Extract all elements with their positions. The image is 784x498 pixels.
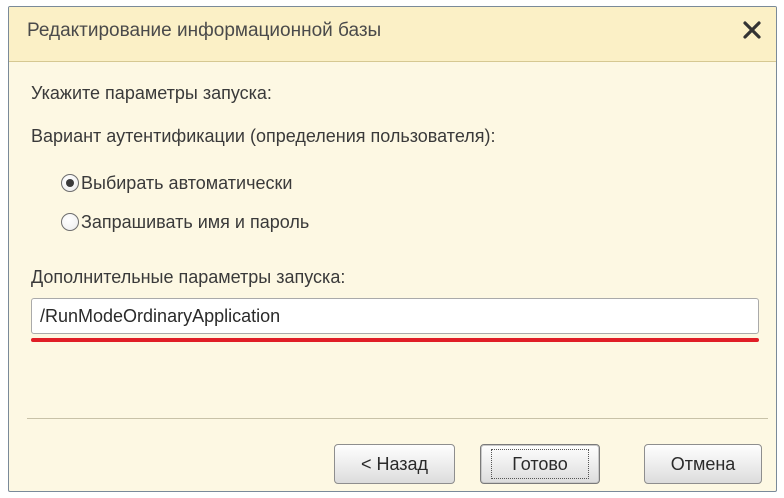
auth-variant-label: Вариант аутентификации (определения поль… <box>31 126 496 146</box>
radio-ask-credentials[interactable]: Запрашивать имя и пароль <box>61 210 309 234</box>
dialog-content: Укажите параметры запуска: Вариант аутен… <box>9 62 776 491</box>
back-button[interactable]: < Назад <box>334 444 455 484</box>
radio-label-auto: Выбирать автоматически <box>81 172 293 193</box>
finish-button-label: Готово <box>491 449 589 479</box>
finish-button[interactable]: Готово <box>480 444 600 484</box>
radio-label-ask: Запрашивать имя и пароль <box>81 211 310 232</box>
window-title: Редактирование информационной базы <box>27 20 382 41</box>
radio-button-unchecked[interactable] <box>61 213 79 231</box>
close-icon-graphic <box>743 21 761 39</box>
radio-auto-select[interactable]: Выбирать автоматически <box>61 171 292 195</box>
radio-button-checked[interactable] <box>61 174 79 192</box>
extra-params-label: Дополнительные параметры запуска: <box>31 267 346 287</box>
dialog-window: Редактирование информационной базы Укажи… <box>8 6 777 492</box>
launch-params-prompt: Укажите параметры запуска: <box>31 83 272 103</box>
red-highlight-underline <box>31 338 759 342</box>
close-icon[interactable] <box>737 15 767 45</box>
title-bar: Редактирование информационной базы <box>9 7 776 62</box>
button-separator <box>27 418 768 419</box>
cancel-button[interactable]: Отмена <box>644 444 762 484</box>
extra-params-input[interactable] <box>31 298 759 334</box>
